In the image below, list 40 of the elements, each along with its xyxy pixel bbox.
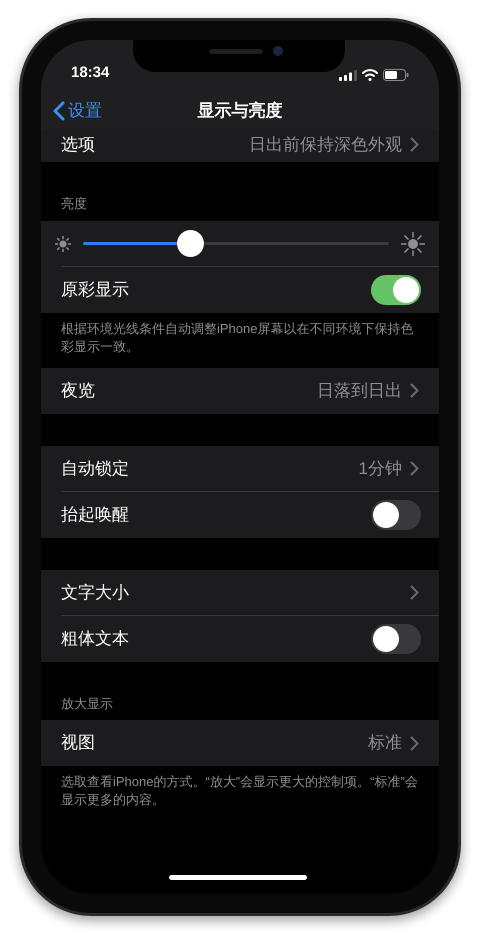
settings-row[interactable]: 夜览 日落到日出: [41, 368, 439, 414]
row-label: 自动锁定: [61, 458, 130, 480]
row-value: 标准: [368, 732, 402, 754]
sun-icon: [55, 236, 71, 252]
status-time: 18:34: [71, 62, 110, 82]
sun-icon: [401, 232, 425, 256]
settings-row[interactable]: 选项 日出前保持深色外观: [41, 130, 439, 162]
row-label: 粗体文本: [61, 628, 130, 650]
settings-row[interactable]: 自动锁定 1分钟: [41, 446, 439, 492]
settings-row[interactable]: 文字大小: [41, 570, 439, 616]
row-value: 1分钟: [358, 458, 402, 480]
row-value: 日出前保持深色外观: [249, 134, 402, 156]
slider-thumb[interactable]: [177, 230, 204, 257]
toggle-switch[interactable]: [371, 274, 421, 304]
chevron-icon: [410, 461, 419, 476]
wifi-icon: [362, 69, 378, 81]
section-header: 放大显示: [60, 694, 114, 712]
chevron-icon: [410, 383, 419, 398]
nav-title: 显示与亮度: [198, 100, 282, 122]
chevron-icon: [410, 137, 419, 152]
row-label: 原彩显示: [61, 278, 130, 301]
row-value: 日落到日出: [317, 380, 402, 402]
battery-icon: [383, 69, 409, 81]
chevron-icon: [410, 585, 419, 600]
row-label: 选项: [61, 134, 96, 156]
brightness-slider[interactable]: [83, 230, 389, 257]
back-chevron-icon: [53, 101, 65, 121]
row-label: 文字大小: [61, 582, 130, 604]
back-button[interactable]: 设置: [53, 98, 102, 124]
chevron-icon: [410, 736, 419, 750]
section-footer: 根据环境光线条件自动调整iPhone屏幕以在不同环境下保持色彩显示一致。: [41, 312, 439, 356]
settings-row[interactable]: 视图 标准: [41, 720, 439, 766]
toggle-switch[interactable]: [371, 500, 421, 530]
row-label: 视图: [61, 732, 96, 754]
toggle-switch[interactable]: [371, 624, 421, 654]
row-label: 抬起唤醒: [61, 504, 130, 526]
row-label: 夜览: [61, 380, 96, 402]
section-header: 亮度: [60, 195, 88, 213]
section-footer: 选取查看iPhone的方式。“放大”会显示更大的控制项。“标准”会显示更多的内容。: [41, 766, 439, 809]
signal-icon: [339, 70, 357, 81]
